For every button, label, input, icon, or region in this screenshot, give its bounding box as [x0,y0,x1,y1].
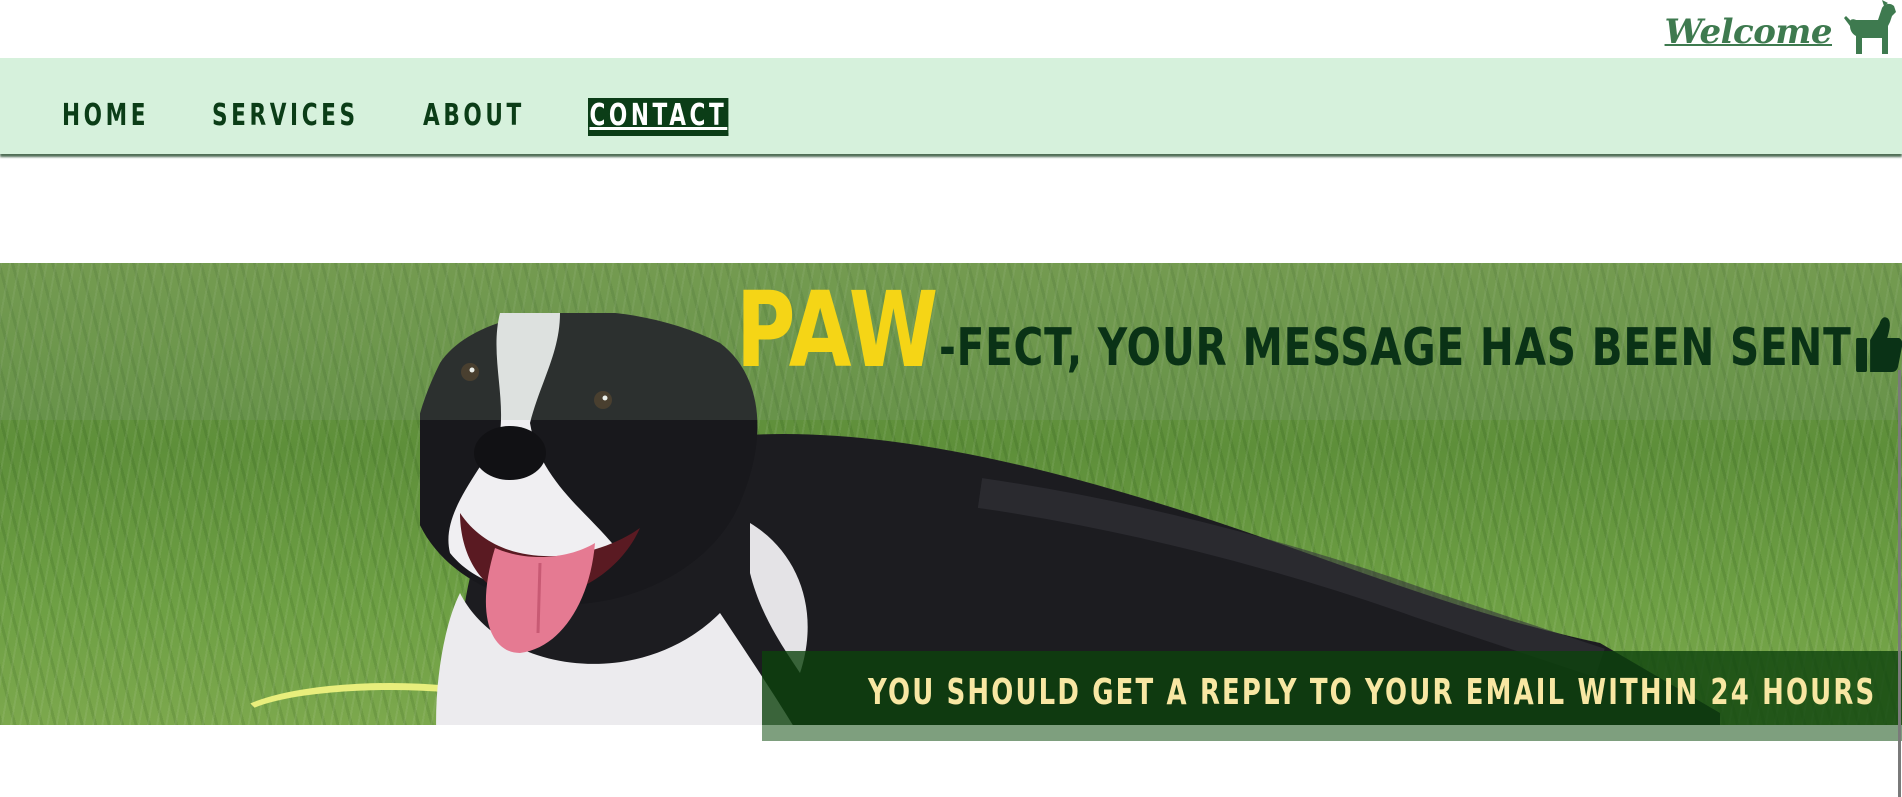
headline-text: -FECT, YOUR MESSAGE HAS BEEN SENT [938,318,1852,378]
top-bar: Welcome [0,0,1902,58]
welcome-link[interactable]: Welcome [1665,12,1833,52]
nav-home[interactable]: HOME [62,98,149,133]
main-nav: HOME SERVICES ABOUT CONTACT [0,58,1902,154]
headline-highlight: PAW [736,269,939,391]
nav-contact[interactable]: CONTACT [588,98,729,136]
nav-about[interactable]: ABOUT [423,98,525,133]
dog-icon[interactable] [1838,0,1898,58]
page-headline: PAW-FECT, YOUR MESSAGE HAS BEEN SENT [736,278,1902,382]
thumbs-up-icon [1856,317,1902,372]
page-scrollbar[interactable] [1898,370,1901,797]
reply-message: YOU SHOULD GET A REPLY TO YOUR EMAIL WIT… [868,672,1877,713]
nav-services[interactable]: SERVICES [212,98,359,133]
